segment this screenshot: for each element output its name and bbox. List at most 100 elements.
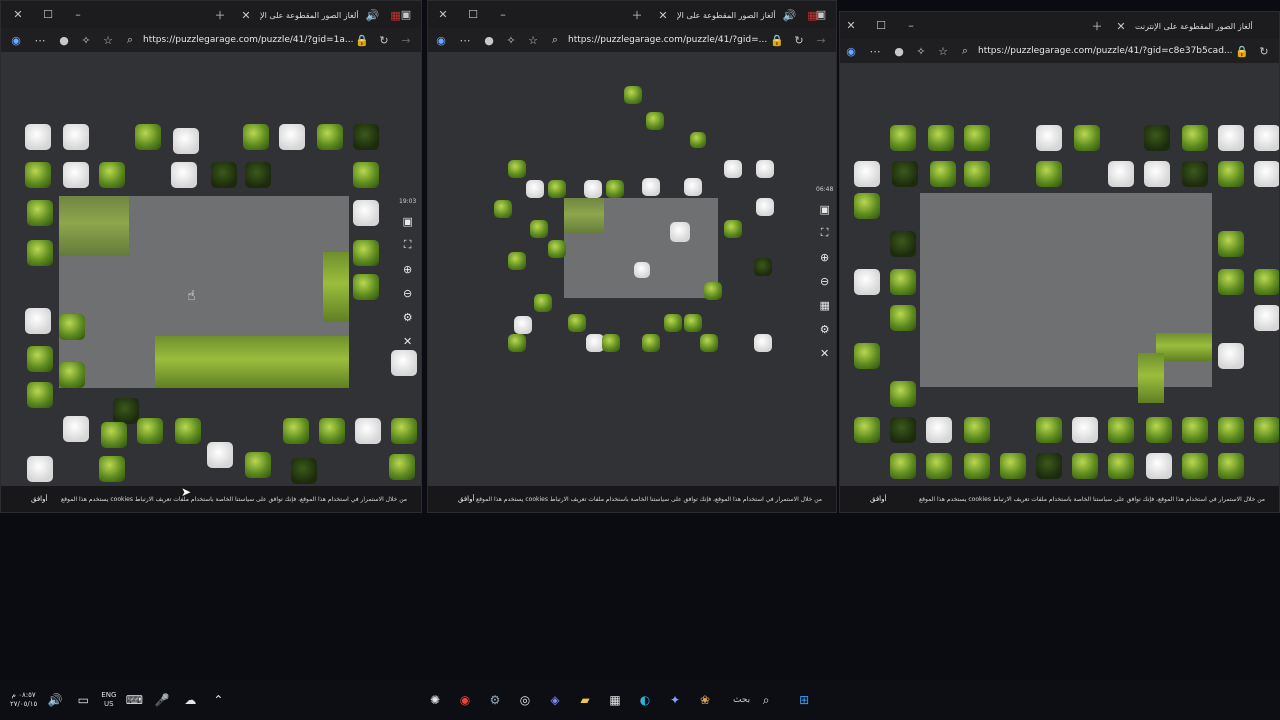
lock-icon[interactable]: 🔒 xyxy=(768,31,786,49)
minimize-icon[interactable]: – xyxy=(494,6,512,24)
puzzle-piece[interactable] xyxy=(1108,417,1134,443)
puzzle-piece[interactable] xyxy=(1036,453,1062,479)
preview-image-icon[interactable]: ▣ xyxy=(400,213,416,229)
maximize-icon[interactable]: ☐ xyxy=(39,6,57,24)
puzzle-piece[interactable] xyxy=(1000,453,1026,479)
media-icon[interactable]: ◎ xyxy=(515,690,535,710)
puzzle-piece[interactable] xyxy=(353,162,379,188)
puzzle-piece[interactable] xyxy=(508,334,526,352)
puzzle-piece[interactable] xyxy=(624,86,642,104)
loose-pieces[interactable] xyxy=(840,63,1279,486)
puzzle-piece[interactable] xyxy=(1146,453,1172,479)
puzzle-piece[interactable] xyxy=(964,161,990,187)
puzzle-piece[interactable] xyxy=(1144,161,1170,187)
puzzle-piece[interactable] xyxy=(391,418,417,444)
puzzle-piece[interactable] xyxy=(530,220,548,238)
puzzle-area[interactable] xyxy=(840,63,1279,486)
file-explorer-icon[interactable]: ▰ xyxy=(575,690,595,710)
puzzle-piece[interactable] xyxy=(890,453,916,479)
puzzle-piece[interactable] xyxy=(670,222,690,242)
puzzle-piece[interactable] xyxy=(27,200,53,226)
close-icon[interactable]: ✕ xyxy=(817,345,833,361)
clock[interactable]: ٠٨:٥٧ م ٢٧/٠٥/١٥ xyxy=(10,691,37,709)
puzzle-piece[interactable] xyxy=(890,125,916,151)
loose-pieces[interactable] xyxy=(428,52,836,486)
taskbar-search[interactable]: بحث ⌕ xyxy=(725,690,784,710)
puzzle-piece[interactable] xyxy=(99,162,125,188)
new-tab-icon[interactable]: ＋ xyxy=(628,6,646,24)
url-field[interactable]: https://puzzlegarage.com/puzzle/41/?gid=… xyxy=(143,35,353,45)
puzzle-piece[interactable] xyxy=(754,258,772,276)
puzzle-piece[interactable] xyxy=(548,240,566,258)
puzzle-piece[interactable] xyxy=(928,125,954,151)
puzzle-piece[interactable] xyxy=(964,453,990,479)
close-icon[interactable]: ✕ xyxy=(400,333,416,349)
puzzle-piece[interactable] xyxy=(63,416,89,442)
puzzle-piece[interactable] xyxy=(534,294,552,312)
puzzle-piece[interactable] xyxy=(854,417,880,443)
puzzle-piece[interactable] xyxy=(207,442,233,468)
puzzle-piece[interactable] xyxy=(930,161,956,187)
puzzle-piece[interactable] xyxy=(63,124,89,150)
puzzle-piece[interactable] xyxy=(391,350,417,376)
favorite-star-icon[interactable]: ☆ xyxy=(524,31,542,49)
zoom-out-icon[interactable]: ⊖ xyxy=(817,273,833,289)
puzzle-piece[interactable] xyxy=(1072,453,1098,479)
puzzle-piece[interactable] xyxy=(854,193,880,219)
puzzle-piece[interactable] xyxy=(353,240,379,266)
lock-icon[interactable]: 🔒 xyxy=(353,31,371,49)
puzzle-piece[interactable] xyxy=(1182,161,1208,187)
puzzle-piece[interactable] xyxy=(1036,125,1062,151)
tab-actions-icon[interactable]: ▣ xyxy=(812,6,830,24)
more-icon[interactable]: ⋯ xyxy=(866,42,884,60)
puzzle-piece[interactable] xyxy=(1218,161,1244,187)
tab-puzzle[interactable]: ✕ ألغاز الصور المقطوعة على الإنترنت xyxy=(1112,16,1279,36)
puzzle-piece[interactable] xyxy=(291,458,317,484)
puzzle-piece[interactable] xyxy=(25,162,51,188)
tab-actions-icon[interactable]: ▣ xyxy=(397,6,415,24)
puzzle-piece[interactable] xyxy=(245,162,271,188)
new-tab-icon[interactable]: ＋ xyxy=(211,6,229,24)
copilot-icon[interactable]: ◉ xyxy=(7,31,25,49)
puzzle-piece[interactable] xyxy=(99,456,125,482)
puzzle-piece[interactable] xyxy=(514,316,532,334)
cookie-accept-button[interactable]: أوافق xyxy=(870,495,886,503)
puzzle-piece[interactable] xyxy=(602,334,620,352)
puzzle-piece[interactable] xyxy=(353,124,379,150)
puzzle-piece[interactable] xyxy=(25,124,51,150)
puzzle-piece[interactable] xyxy=(389,454,415,480)
puzzle-piece[interactable] xyxy=(890,231,916,257)
puzzle-piece[interactable] xyxy=(568,314,586,332)
puzzle-piece[interactable] xyxy=(1074,125,1100,151)
puzzle-piece[interactable] xyxy=(27,240,53,266)
puzzle-piece[interactable] xyxy=(353,200,379,226)
puzzle-piece[interactable] xyxy=(1218,231,1244,257)
puzzle-piece[interactable] xyxy=(319,418,345,444)
puzzle-piece[interactable] xyxy=(1108,453,1134,479)
puzzle-area[interactable]: 19:03 ▣ ⛶ ⊕ ⊖ ⚙ ✕ ☝ xyxy=(1,52,421,486)
puzzle-piece[interactable] xyxy=(245,452,271,478)
favorite-star-icon[interactable]: ☆ xyxy=(99,31,117,49)
chrome-icon[interactable]: ◉ xyxy=(455,690,475,710)
puzzle-piece[interactable] xyxy=(892,161,918,187)
more-icon[interactable]: ⋯ xyxy=(456,31,474,49)
language-indicator[interactable]: ENG US xyxy=(101,691,116,709)
puzzle-piece[interactable] xyxy=(926,453,952,479)
profile-icon[interactable]: ● xyxy=(890,42,908,60)
tab-puzzle[interactable]: ✕ ألغاز الصور المقطوعة على الإ 🔊 ▦ xyxy=(654,5,819,25)
puzzle-piece[interactable] xyxy=(890,305,916,331)
close-window-icon[interactable]: ✕ xyxy=(434,6,452,24)
copilot-icon[interactable]: ✦ xyxy=(665,690,685,710)
favorite-star-icon[interactable]: ☆ xyxy=(934,42,952,60)
puzzle-piece[interactable] xyxy=(171,162,197,188)
new-tab-icon[interactable]: ＋ xyxy=(1088,17,1106,35)
puzzle-piece[interactable] xyxy=(1108,161,1134,187)
puzzle-piece[interactable] xyxy=(211,162,237,188)
puzzle-piece[interactable] xyxy=(854,269,880,295)
puzzle-piece[interactable] xyxy=(526,180,544,198)
profile-icon[interactable]: ● xyxy=(55,31,73,49)
puzzle-piece[interactable] xyxy=(1218,269,1244,295)
forward-icon[interactable]: → xyxy=(397,31,415,49)
puzzle-piece[interactable] xyxy=(548,180,566,198)
puzzle-piece[interactable] xyxy=(690,132,706,148)
